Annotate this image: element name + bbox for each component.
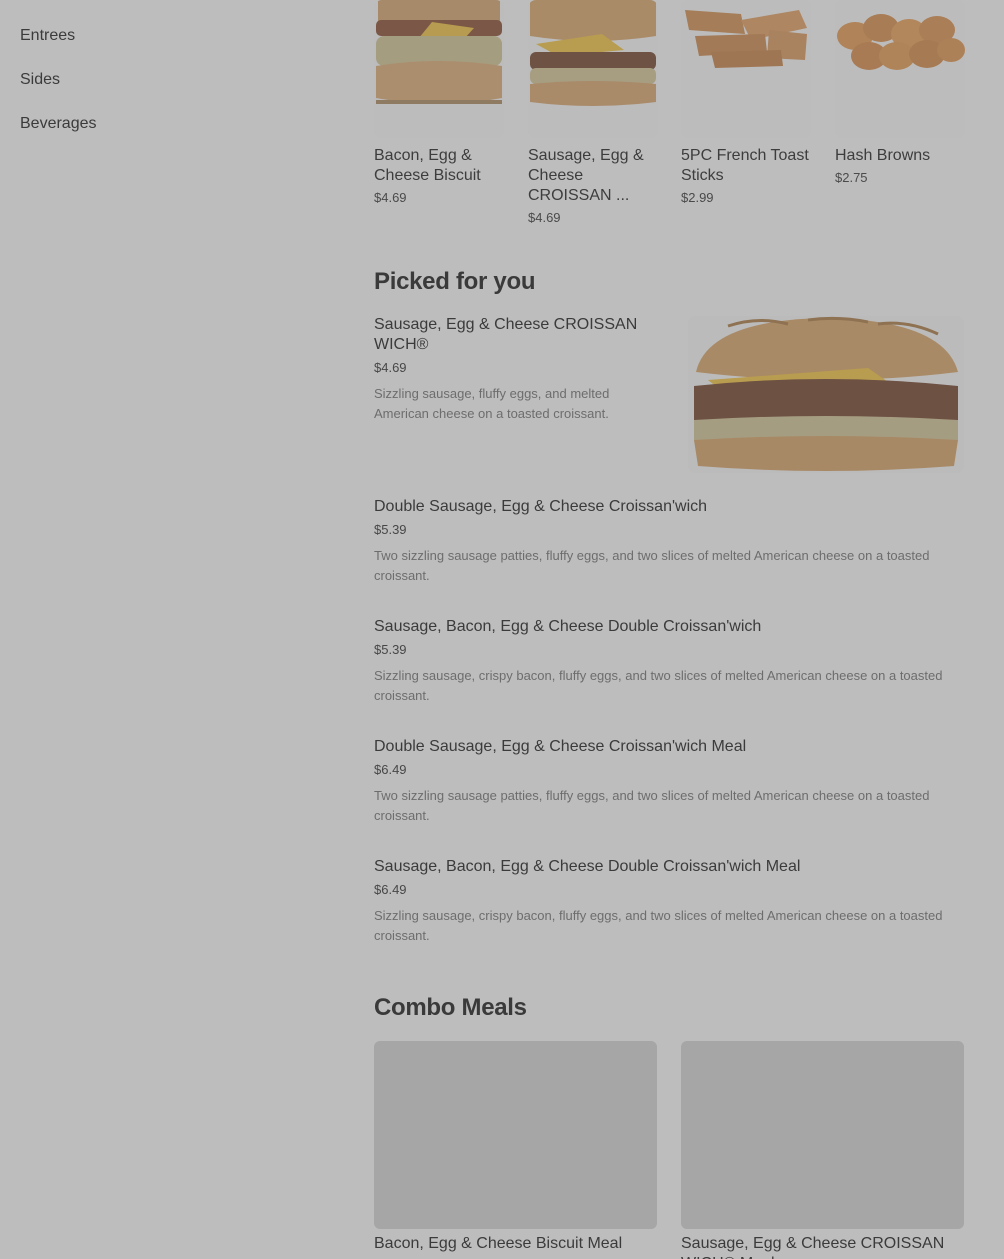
menu-item-description: Sizzling sausage, crispy bacon, fluffy e… <box>374 908 943 943</box>
carousel-item-price: $2.75 <box>835 170 868 185</box>
combo-item-name: Sausage, Egg & Cheese CROISSAN WICH® Mea… <box>681 1235 945 1259</box>
combo-item-biscuit-meal[interactable]: Bacon, Egg & Cheese Biscuit Meal <box>374 1041 657 1254</box>
carousel-item-price: $2.99 <box>681 190 714 205</box>
sidebar-item-entrees[interactable]: Entrees <box>20 27 75 45</box>
combo-image-placeholder <box>681 1041 964 1229</box>
menu-item-price: $5.39 <box>374 522 407 537</box>
menu-item-name: Sausage, Egg & Cheese CROISSAN WICH® <box>374 316 638 353</box>
menu-item-price: $5.39 <box>374 642 407 657</box>
menu-item-double-sausage-croissanwich[interactable]: Double Sausage, Egg & Cheese Croissan'wi… <box>374 497 964 586</box>
menu-item-sausage-bacon-double-croissanwich[interactable]: Sausage, Bacon, Egg & Cheese Double Croi… <box>374 617 964 706</box>
carousel-item-name: Sausage, Egg & Cheese CROISSAN ... <box>528 147 644 204</box>
carousel-item-price: $4.69 <box>528 210 561 225</box>
section-title-combo-meals: Combo Meals <box>374 994 527 1021</box>
menu-item-description: Sizzling sausage, fluffy eggs, and melte… <box>374 386 610 421</box>
combo-item-croissanwich-meal[interactable]: Sausage, Egg & Cheese CROISSAN WICH® Mea… <box>681 1041 964 1259</box>
sidebar-item-sides[interactable]: Sides <box>20 71 60 89</box>
carousel-item-name: Hash Browns <box>835 147 931 164</box>
menu-item-price: $6.49 <box>374 762 407 777</box>
menu-item-description: Sizzling sausage, crispy bacon, fluffy e… <box>374 668 943 703</box>
combo-item-name: Bacon, Egg & Cheese Biscuit Meal <box>374 1235 623 1252</box>
menu-item-sausage-croissanwich[interactable]: Sausage, Egg & Cheese CROISSAN WICH® $4.… <box>374 315 664 424</box>
biscuit-sandwich-image <box>374 0 504 138</box>
section-title-picked-for-you: Picked for you <box>374 268 536 295</box>
menu-item-sausage-bacon-double-croissanwich-meal[interactable]: Sausage, Bacon, Egg & Cheese Double Croi… <box>374 857 964 946</box>
croissant-sandwich-image[interactable] <box>688 316 964 473</box>
carousel-item-price: $4.69 <box>374 190 407 205</box>
menu-item-name: Sausage, Bacon, Egg & Cheese Double Croi… <box>374 618 762 635</box>
menu-item-description: Two sizzling sausage patties, fluffy egg… <box>374 548 930 583</box>
croissant-sandwich-image <box>528 0 658 138</box>
carousel-item-name: 5PC French Toast Sticks <box>681 147 809 184</box>
menu-item-price: $4.69 <box>374 360 407 375</box>
menu-item-double-sausage-croissanwich-meal[interactable]: Double Sausage, Egg & Cheese Croissan'wi… <box>374 737 964 826</box>
menu-item-name: Double Sausage, Egg & Cheese Croissan'wi… <box>374 498 708 515</box>
menu-item-name: Sausage, Bacon, Egg & Cheese Double Croi… <box>374 858 801 875</box>
carousel-item-name: Bacon, Egg & Cheese Biscuit <box>374 147 481 184</box>
menu-item-price: $6.49 <box>374 882 407 897</box>
french-toast-sticks-image <box>681 0 811 138</box>
menu-item-description: Two sizzling sausage patties, fluffy egg… <box>374 788 930 823</box>
combo-image-placeholder <box>374 1041 657 1229</box>
menu-item-name: Double Sausage, Egg & Cheese Croissan'wi… <box>374 738 747 755</box>
sidebar-item-beverages[interactable]: Beverages <box>20 115 97 133</box>
hash-browns-image <box>835 0 965 138</box>
